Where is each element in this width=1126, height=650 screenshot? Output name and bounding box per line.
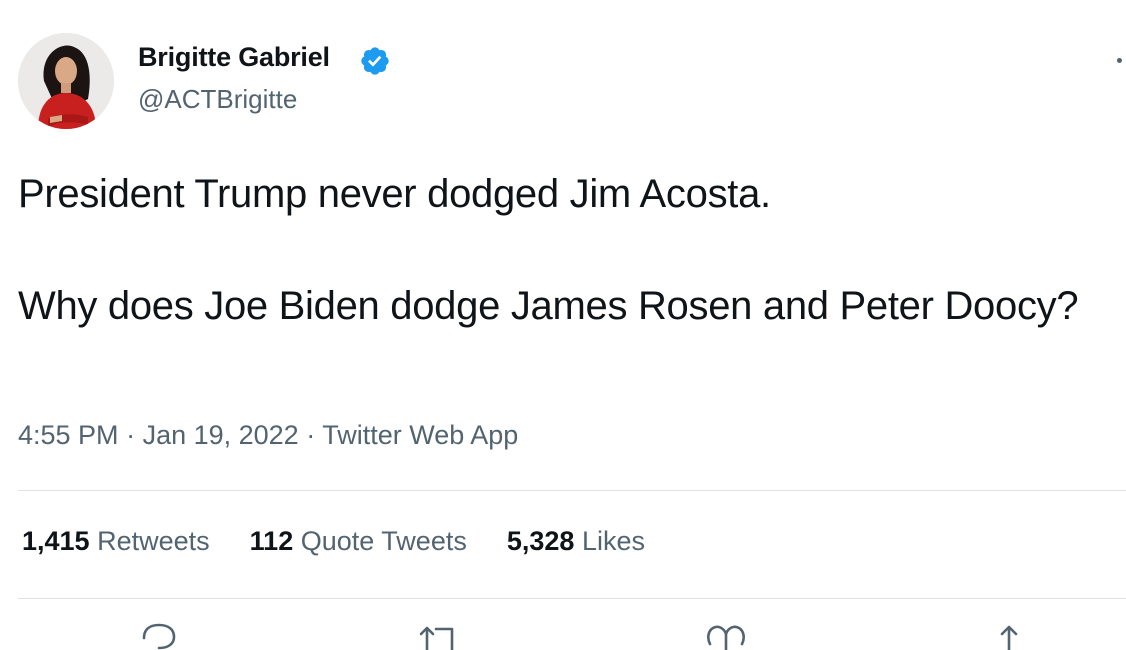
- tweet-meta: 4:55 PM · Jan 19, 2022 · Twitter Web App: [18, 420, 518, 451]
- stat-label: Likes: [581, 526, 645, 556]
- engagement-stats: 1,415 Retweets 112 Quote Tweets 5,328 Li…: [22, 526, 685, 557]
- stat-label: Quote Tweets: [300, 526, 467, 556]
- stat-value: 1,415: [22, 526, 90, 556]
- divider: [18, 490, 1126, 491]
- more-options-icon[interactable]: [1112, 53, 1126, 67]
- avatar[interactable]: [18, 33, 114, 129]
- stat-value: 5,328: [506, 526, 575, 556]
- retweet-icon[interactable]: [418, 620, 462, 650]
- stat-label: Retweets: [97, 526, 210, 556]
- retweets-stat[interactable]: 1,415 Retweets: [22, 526, 210, 557]
- tweet-card: Brigitte Gabriel @ACTBrigitte President …: [0, 0, 1126, 650]
- likes-stat[interactable]: 5,328 Likes: [507, 526, 645, 557]
- meta-separator: ·: [298, 420, 323, 450]
- tweet-source[interactable]: Twitter Web App: [322, 420, 518, 450]
- meta-separator: ·: [118, 420, 143, 450]
- tweet-date[interactable]: Jan 19, 2022: [143, 420, 299, 450]
- tweet-text-line: President Trump never dodged Jim Acosta.: [18, 172, 771, 216]
- quote-tweets-stat[interactable]: 112 Quote Tweets: [250, 526, 467, 557]
- heart-icon[interactable]: [704, 620, 748, 650]
- verified-badge-icon: [361, 47, 389, 75]
- author-handle[interactable]: @ACTBrigitte: [138, 84, 297, 115]
- stat-value: 112: [249, 526, 294, 556]
- tweet-text: President Trump never dodged Jim Acosta.…: [18, 166, 1108, 334]
- author-name[interactable]: Brigitte Gabriel: [138, 42, 330, 73]
- reply-icon[interactable]: [140, 620, 178, 650]
- divider: [18, 598, 1126, 599]
- tweet-actions: [0, 620, 1126, 650]
- tweet-text-line: Why does Joe Biden dodge James Rosen and…: [18, 284, 1079, 328]
- avatar-image: [18, 33, 114, 129]
- share-icon[interactable]: [994, 620, 1024, 650]
- tweet-time[interactable]: 4:55 PM: [18, 420, 119, 450]
